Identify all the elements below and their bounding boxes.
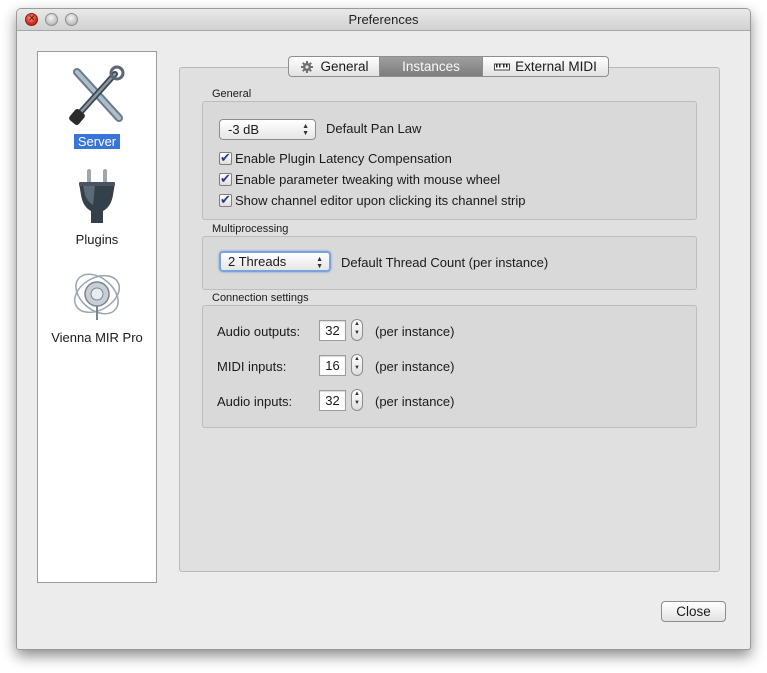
connection-group-title: Connection settings — [212, 292, 309, 304]
tab-external-midi[interactable]: External MIDI — [482, 56, 609, 77]
thread-count-label: Default Thread Count (per instance) — [341, 255, 549, 270]
gear-icon — [301, 60, 314, 73]
sidebar-item-label: Server — [73, 134, 121, 149]
thread-count-value: 2 Threads — [228, 254, 287, 269]
tab-instances[interactable]: Instances — [379, 56, 482, 77]
tab-label: Instances — [402, 59, 460, 74]
preferences-window: Preferences Server — [16, 8, 751, 650]
mouse-wheel-tweaking-label: Enable parameter tweaking with mouse whe… — [235, 172, 501, 187]
category-sidebar: Server Plugins Vienna MIR Pro — [37, 51, 157, 583]
close-button[interactable]: Close — [661, 601, 726, 622]
general-group-title: General — [212, 88, 252, 100]
mir-pro-icon — [73, 273, 121, 320]
midi-inputs-field[interactable]: 16 — [319, 355, 346, 376]
tab-label: General — [320, 59, 369, 74]
sidebar-item-plugins[interactable]: Plugins — [38, 167, 156, 247]
audio-inputs-label: Audio inputs: — [217, 394, 293, 409]
audio-outputs-stepper[interactable]: ▲ ▼ — [351, 319, 363, 341]
midi-inputs-label: MIDI inputs: — [217, 359, 287, 374]
sidebar-item-label: Plugins — [75, 232, 119, 247]
title-bar[interactable]: Preferences — [17, 9, 750, 31]
audio-inputs-stepper[interactable]: ▲ ▼ — [351, 389, 363, 411]
latency-compensation-label: Enable Plugin Latency Compensation — [235, 151, 452, 166]
audio-inputs-suffix: (per instance) — [375, 394, 455, 409]
audio-inputs-field[interactable]: 32 — [319, 390, 346, 411]
midi-inputs-suffix: (per instance) — [375, 359, 455, 374]
popup-arrows-icon: ▲ ▼ — [316, 256, 323, 270]
sidebar-item-server[interactable]: Server — [38, 64, 156, 150]
thread-count-popup[interactable]: 2 Threads ▲ ▼ — [219, 251, 331, 272]
audio-outputs-label: Audio outputs: — [217, 324, 301, 339]
keyboard-icon — [494, 63, 511, 70]
pan-law-popup[interactable]: -3 dB ▲ ▼ — [219, 119, 316, 140]
midi-inputs-stepper[interactable]: ▲ ▼ — [351, 354, 363, 376]
sidebar-item-vienna-mir-pro[interactable]: Vienna MIR Pro — [38, 264, 156, 348]
tab-general[interactable]: General — [288, 56, 379, 77]
mouse-wheel-tweaking-checkbox[interactable] — [219, 171, 232, 187]
window-title: Preferences — [348, 12, 419, 27]
tab-bar: General Instances External MIDI — [288, 56, 609, 77]
tab-label: External MIDI — [515, 59, 597, 74]
sidebar-item-label: Vienna MIR Pro — [51, 330, 143, 345]
multiprocessing-group-title: Multiprocessing — [212, 223, 289, 235]
channel-editor-checkbox[interactable] — [219, 192, 232, 208]
wrench-screwdriver-icon — [69, 65, 125, 125]
pan-law-label: Default Pan Law — [326, 121, 422, 136]
audio-outputs-suffix: (per instance) — [375, 324, 455, 339]
plug-icon — [79, 169, 115, 223]
channel-editor-label: Show channel editor upon clicking its ch… — [235, 193, 526, 208]
popup-arrows-icon: ▲ ▼ — [302, 123, 309, 137]
audio-outputs-field[interactable]: 32 — [319, 320, 346, 341]
latency-compensation-checkbox[interactable] — [219, 150, 232, 166]
pan-law-value: -3 dB — [228, 122, 260, 137]
